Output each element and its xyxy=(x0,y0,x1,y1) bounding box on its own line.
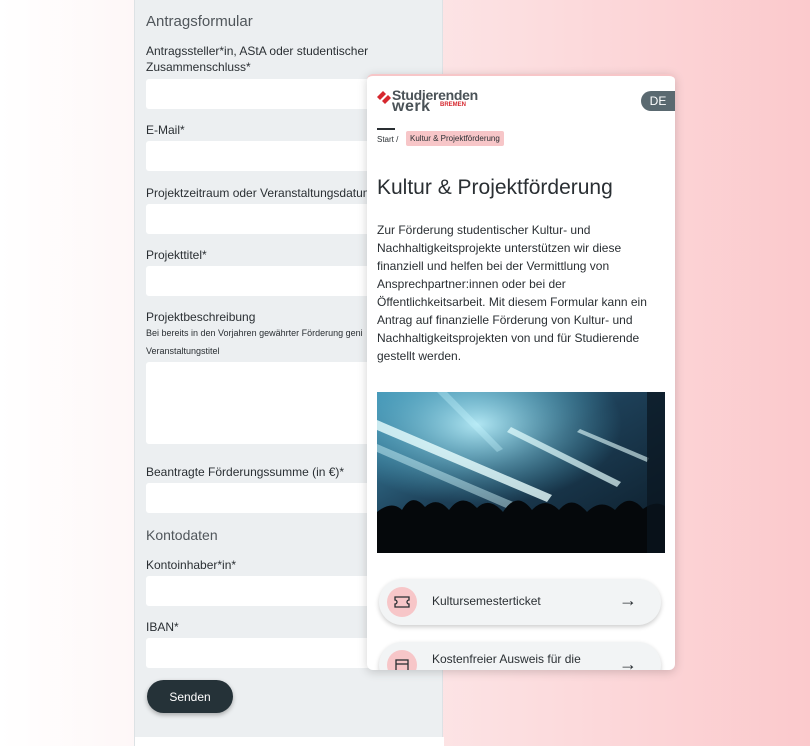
email-label: E-Mail* xyxy=(146,123,185,137)
id-card-icon xyxy=(387,650,417,670)
applicant-label: Antragssteller*in, AStA oder studentisch… xyxy=(146,44,369,74)
arrow-right-icon: → xyxy=(619,654,637,670)
logo-text-line2: werk xyxy=(392,98,431,115)
mobile-preview: Studierenden werk BREMEN DE Start / Kult… xyxy=(367,74,675,670)
link-label: Kostenfreier Ausweis für die xyxy=(432,652,581,666)
form-footer-strip xyxy=(135,737,444,746)
concert-photo xyxy=(377,392,665,553)
logo-city: BREMEN xyxy=(440,102,467,108)
submit-button[interactable]: Senden xyxy=(147,680,233,713)
link-kultursemesterticket[interactable]: Kultursemesterticket → xyxy=(379,579,661,625)
form-title: Antragsformular xyxy=(146,13,253,30)
breadcrumb-divider xyxy=(377,128,395,130)
link-free-id-card[interactable]: Kostenfreier Ausweis für die → xyxy=(379,642,661,670)
breadcrumb-start-link[interactable]: Start / xyxy=(377,135,398,144)
project-description-label: Projektbeschreibung xyxy=(146,310,256,324)
funding-amount-label: Beantragte Förderungssumme (in €)* xyxy=(146,465,345,479)
page-title: Kultur & Projektförderung xyxy=(377,176,613,199)
ticket-icon xyxy=(387,587,417,617)
intro-text: Zur Förderung studentischer Kultur- und … xyxy=(377,223,647,363)
account-holder-label: Kontoinhaber*in* xyxy=(146,558,237,572)
arrow-right-icon: → xyxy=(619,590,637,610)
breadcrumb-current: Kultur & Projektförderung xyxy=(406,131,504,146)
account-section-title: Kontodaten xyxy=(146,527,218,543)
logo-mark-icon xyxy=(377,91,391,104)
project-period-label: Projektzeitraum oder Veranstaltungsdatum… xyxy=(146,186,378,200)
iban-label: IBAN* xyxy=(146,620,179,634)
language-switch[interactable]: DE xyxy=(641,91,675,111)
project-title-label: Projekttitel* xyxy=(146,248,207,262)
link-label: Kultursemesterticket xyxy=(432,594,541,608)
